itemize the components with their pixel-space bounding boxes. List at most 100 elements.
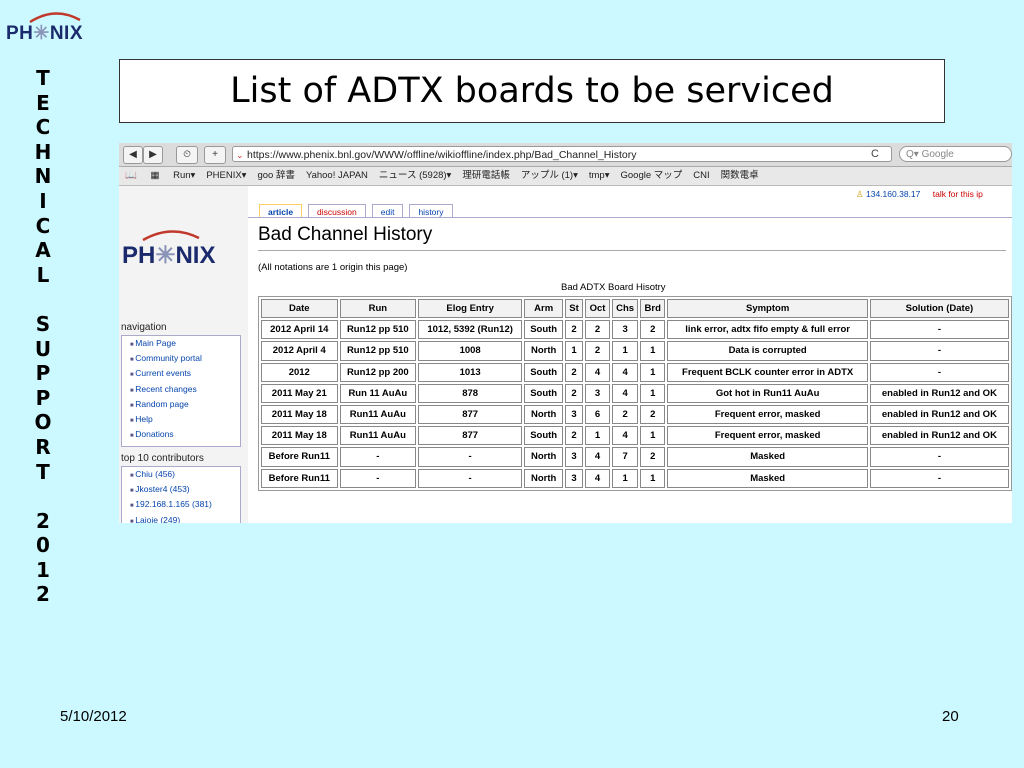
reload-button[interactable]: C: [871, 146, 879, 162]
table-cell: enabled in Run12 and OK: [869, 426, 1009, 446]
table-cell: Frequent error, masked: [667, 404, 868, 425]
bookmark-item[interactable]: goo 辞書: [257, 170, 295, 181]
history-button[interactable]: ⏲: [176, 146, 198, 164]
nav-link[interactable]: Donations: [122, 427, 240, 442]
navigation-heading: navigation: [121, 322, 167, 333]
contributors-heading: top 10 contributors: [121, 453, 204, 464]
address-bar[interactable]: ⌄ https://www.phenix.bnl.gov/WWW/offline…: [232, 146, 892, 162]
table-cell: 2011 May 18: [261, 426, 338, 446]
bookmark-item[interactable]: ニュース (5928)▾: [379, 170, 451, 181]
nav-link[interactable]: Community portal: [122, 351, 240, 366]
search-placeholder: Google: [921, 149, 954, 160]
reading-list-icon[interactable]: 📖: [125, 170, 137, 181]
phenix-logo: PH✳NIX: [6, 10, 102, 50]
vertical-letter: T: [36, 66, 50, 90]
nav-link[interactable]: Main Page: [122, 336, 240, 351]
forward-button[interactable]: ▶: [143, 146, 163, 164]
bookmark-item[interactable]: tmp▾: [589, 170, 610, 181]
vertical-letter: [28, 484, 58, 509]
table-row: 2012 April 4 Run12 pp 510 1008 North 1 2 1 1 Dat…: [261, 341, 1009, 361]
table-cell: enabled in Run12 and OK: [869, 404, 1009, 425]
logo-text-right: NIX: [175, 242, 216, 269]
vertical-letter: I: [39, 188, 47, 213]
vertical-technical-support-label: TECHNICALSUPPORT2012: [28, 66, 58, 607]
vertical-letter: 1: [36, 557, 50, 582]
table-row: 2011 May 18 Run11 AuAu 877 North 3 6 2 2 Frequen…: [261, 404, 1009, 425]
bookmark-item[interactable]: PHENIX▾: [206, 170, 246, 181]
user-icon: ♙: [856, 189, 864, 199]
table-cell: 2: [565, 320, 583, 340]
bookmark-item[interactable]: CNI: [693, 170, 709, 181]
back-button[interactable]: ◀: [123, 146, 143, 164]
bookmark-item[interactable]: アップル (1)▾: [521, 170, 578, 181]
vertical-letter: S: [35, 311, 51, 336]
logo-star-icon: ✳: [33, 23, 50, 44]
table-cell: 6: [584, 404, 611, 425]
bookmark-item[interactable]: 関数電卓: [721, 170, 759, 181]
user-ip-link[interactable]: 134.160.38.17: [866, 189, 920, 199]
nav-link[interactable]: Random page: [122, 397, 240, 412]
table-cell: Run12 pp 200: [339, 362, 417, 382]
logo-star-icon: ✳: [155, 242, 176, 269]
table-cell: 2: [584, 341, 611, 361]
table-cell: Masked: [667, 447, 868, 467]
slide-title: List of ADTX boards to be serviced: [119, 59, 945, 123]
bad-board-table: Date Run Elog Entry Arm St Oct Chs Brd Symptom So…: [258, 296, 1012, 491]
add-bookmark-button[interactable]: +: [204, 146, 226, 164]
contributors-portlet: Chiu (456)Jkoster4 (453)192.168.1.165 (3…: [121, 466, 241, 523]
url-text: https://www.phenix.bnl.gov/WWW/offline/w…: [247, 149, 637, 161]
bookmarks-bar: 📖 ▦ Run▾ PHENIX▾ goo 辞書 Yahoo! JAPAN ニュース (5…: [119, 167, 1012, 186]
table-cell: 2012 April 14: [261, 320, 338, 340]
grid-icon[interactable]: ▦: [150, 170, 159, 181]
wiki-sidebar: PH✳NIX navigation Main PageCommunity por…: [119, 186, 248, 523]
bookmark-item[interactable]: 理研電話帳: [462, 170, 510, 181]
nav-link[interactable]: Recent changes: [122, 382, 240, 397]
wiki-logo[interactable]: PH✳NIX: [122, 241, 215, 270]
table-cell: enabled in Run12 and OK: [869, 383, 1009, 403]
table-cell: 2: [565, 362, 583, 382]
footer-date: 5/10/2012: [60, 708, 127, 725]
table-cell: 2: [612, 404, 638, 425]
table-header-cell: Chs: [612, 299, 638, 319]
table-cell: North: [524, 447, 564, 467]
nav-link[interactable]: Current events: [122, 366, 240, 381]
table-cell: 2: [639, 404, 666, 425]
vertical-letter: 2: [36, 508, 50, 533]
table-cell: 7: [612, 447, 638, 467]
contributor-link[interactable]: Chiu (456): [122, 467, 240, 482]
table-cell: 4: [612, 362, 638, 382]
contributor-link[interactable]: Lajoie (249): [122, 513, 240, 523]
bookmark-item[interactable]: Yahoo! JAPAN: [306, 170, 368, 181]
nav-link[interactable]: Help: [122, 412, 240, 427]
table-cell: -: [869, 468, 1009, 488]
talk-link[interactable]: talk for this ip: [933, 189, 983, 199]
wiki-logo-arc-icon: [142, 230, 200, 242]
table-cell: North: [524, 341, 564, 361]
vertical-letter: O: [34, 410, 52, 435]
logo-text-left: PH: [122, 242, 156, 269]
table-cell: Before Run11: [261, 447, 338, 467]
table-cell: 1: [639, 341, 666, 361]
table-row: 2011 May 21 Run 11 AuAu 878 South 2 3 4 1 Got ho…: [261, 383, 1009, 403]
table-cell: 2012: [261, 362, 338, 382]
bookmark-item[interactable]: Google マップ: [620, 170, 682, 181]
contributor-link[interactable]: 192.168.1.165 (381): [122, 497, 240, 512]
bookmark-item[interactable]: Run▾: [173, 170, 195, 181]
table-cell: Run12 pp 510: [339, 320, 417, 340]
table-row: Before Run11- - North 3 4 1 1 Masked -: [261, 468, 1009, 488]
rss-icon: ⌄: [236, 150, 244, 160]
search-input[interactable]: Q▾ Google: [899, 146, 1012, 162]
table-cell: -: [418, 447, 523, 467]
table-cell: -: [869, 362, 1009, 382]
table-caption: Bad ADTX Board Hisotry: [561, 282, 666, 293]
table-header-cell: Symptom: [667, 299, 868, 319]
table-cell: 4: [584, 447, 611, 467]
table-cell: 3: [565, 404, 583, 425]
table-cell: -: [339, 468, 417, 488]
table-cell: 877: [418, 426, 523, 446]
contributor-link[interactable]: Jkoster4 (453): [122, 482, 240, 497]
table-cell: Before Run11: [261, 468, 338, 488]
vertical-letter: 0: [36, 533, 50, 558]
table-cell: Run11 AuAu: [339, 426, 417, 446]
table-cell: Frequent error, masked: [667, 426, 868, 446]
